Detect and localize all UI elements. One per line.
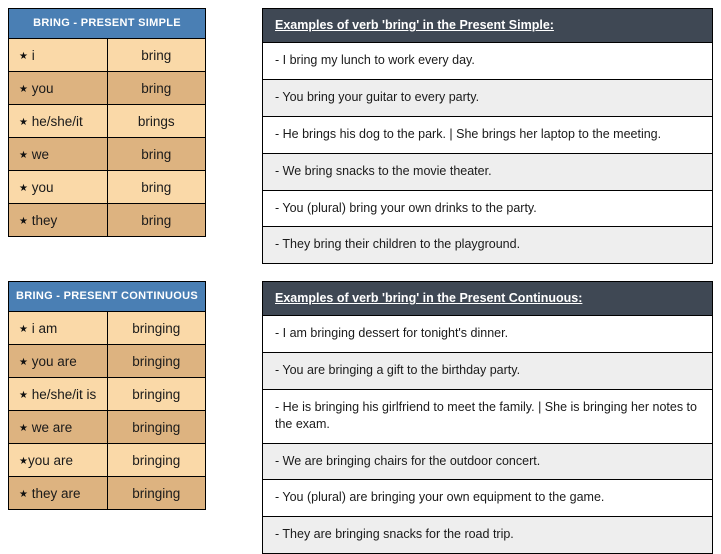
verb-form-cell: brings: [106, 104, 206, 138]
example-row: - You bring your guitar to every party.: [262, 78, 713, 117]
examples-title-present-simple: Examples of verb 'bring' in the Present …: [262, 8, 713, 43]
star-icon: ★: [19, 323, 28, 335]
example-row: - You are bringing a gift to the birthda…: [262, 351, 713, 390]
subject-cell: ★ they are: [8, 476, 108, 510]
subject-cell: ★ you: [8, 71, 108, 105]
example-sentence: - I bring my lunch to work every day.: [262, 42, 713, 80]
example-sentence: - I am bringing dessert for tonight's di…: [262, 315, 713, 353]
examples-panel-present-continuous: Examples of verb 'bring' in the Present …: [262, 281, 713, 554]
subject-label: i am: [31, 320, 58, 336]
table-row: ★ we are bringing: [8, 410, 206, 444]
example-row: - They are bringing snacks for the road …: [262, 516, 713, 554]
verb-form-cell: bring: [106, 137, 206, 171]
star-icon: ★: [19, 215, 28, 227]
examples-title-present-continuous: Examples of verb 'bring' in the Present …: [262, 281, 713, 316]
example-sentence: - He brings his dog to the park. | She b…: [262, 115, 713, 154]
example-row: - I am bringing dessert for tonight's di…: [262, 315, 713, 353]
example-sentence: - He is bringing his girlfriend to meet …: [262, 388, 713, 444]
subject-label: you are: [27, 452, 73, 468]
example-sentence: - We are bringing chairs for the outdoor…: [262, 442, 713, 481]
conjugation-table-present-continuous: BRING - PRESENT CONTINUOUS ★ i am bringi…: [8, 281, 206, 510]
verb-form-cell: bringing: [106, 344, 206, 378]
star-icon: ★: [19, 455, 28, 467]
verb-form-cell: bringing: [106, 311, 206, 345]
example-sentence: - You bring your guitar to every party.: [262, 78, 713, 117]
star-icon: ★: [19, 422, 28, 434]
verb-form-cell: bringing: [106, 476, 206, 510]
example-row: - I bring my lunch to work every day.: [262, 42, 713, 80]
star-icon: ★: [19, 182, 28, 194]
table-row: ★you are bringing: [8, 443, 206, 477]
table-row: ★ they bring: [8, 203, 206, 237]
example-row: - He brings his dog to the park. | She b…: [262, 115, 713, 154]
table-row: ★ he/she/it brings: [8, 104, 206, 138]
star-icon: ★: [19, 488, 28, 500]
example-row: - You (plural) are bringing your own equ…: [262, 479, 713, 518]
table-row: ★ you bring: [8, 170, 206, 204]
table-row: ★ i bring: [8, 38, 206, 72]
example-sentence: - They are bringing snacks for the road …: [262, 516, 713, 554]
table-header-row: BRING - PRESENT CONTINUOUS: [8, 281, 206, 312]
subject-cell: ★ he/she/it is: [8, 377, 108, 411]
table-row: ★ i am bringing: [8, 311, 206, 345]
subject-label: we: [31, 146, 49, 162]
subject-cell: ★ he/she/it: [8, 104, 108, 138]
table-row: ★ he/she/it is bringing: [8, 377, 206, 411]
table-row: ★ they are bringing: [8, 476, 206, 510]
examples-panel-present-simple: Examples of verb 'bring' in the Present …: [262, 8, 713, 265]
subject-label: i: [31, 47, 35, 63]
star-icon: ★: [19, 389, 28, 401]
table-row: ★ we bring: [8, 137, 206, 171]
verb-form-cell: bring: [106, 203, 206, 237]
example-sentence: - You are bringing a gift to the birthda…: [262, 351, 713, 390]
table-title-present-simple: BRING - PRESENT SIMPLE: [8, 8, 206, 39]
example-sentence: - They bring their children to the playg…: [262, 226, 713, 265]
verb-form-cell: bring: [106, 38, 206, 72]
subject-cell: ★ we are: [8, 410, 108, 444]
example-sentence: - We bring snacks to the movie theater.: [262, 152, 713, 191]
example-row: - We bring snacks to the movie theater.: [262, 152, 713, 191]
subject-label: they: [31, 212, 58, 228]
star-icon: ★: [19, 149, 28, 161]
subject-label: you are: [31, 353, 77, 369]
examples-header-row: Examples of verb 'bring' in the Present …: [262, 8, 713, 43]
star-icon: ★: [19, 116, 28, 128]
subject-cell: ★ we: [8, 137, 108, 171]
conjugation-table-present-simple: BRING - PRESENT SIMPLE ★ i bring ★ you b…: [8, 8, 206, 237]
examples-header-row: Examples of verb 'bring' in the Present …: [262, 281, 713, 316]
table-header-row: BRING - PRESENT SIMPLE: [8, 8, 206, 39]
subject-cell: ★ you: [8, 170, 108, 204]
subject-cell: ★you are: [8, 443, 108, 477]
subject-label: you: [31, 80, 54, 96]
table-row: ★ you are bringing: [8, 344, 206, 378]
verb-form-cell: bring: [106, 170, 206, 204]
subject-label: they are: [31, 485, 81, 501]
verb-form-cell: bringing: [106, 377, 206, 411]
example-row: - They bring their children to the playg…: [262, 226, 713, 265]
subject-label: he/she/it is: [31, 386, 97, 402]
example-sentence: - You (plural) are bringing your own equ…: [262, 479, 713, 518]
table-row: ★ you bring: [8, 71, 206, 105]
star-icon: ★: [19, 50, 28, 62]
verb-form-cell: bringing: [106, 443, 206, 477]
example-row: - You (plural) bring your own drinks to …: [262, 189, 713, 228]
subject-cell: ★ i am: [8, 311, 108, 345]
example-sentence: - You (plural) bring your own drinks to …: [262, 189, 713, 228]
verb-form-cell: bringing: [106, 410, 206, 444]
subject-label: he/she/it: [31, 113, 83, 129]
subject-label: we are: [31, 419, 73, 435]
subject-label: you: [31, 179, 54, 195]
verb-form-cell: bring: [106, 71, 206, 105]
star-icon: ★: [19, 83, 28, 95]
star-icon: ★: [19, 356, 28, 368]
example-row: - We are bringing chairs for the outdoor…: [262, 442, 713, 481]
subject-cell: ★ i: [8, 38, 108, 72]
example-row: - He is bringing his girlfriend to meet …: [262, 388, 713, 444]
table-title-present-continuous: BRING - PRESENT CONTINUOUS: [8, 281, 206, 312]
subject-cell: ★ they: [8, 203, 108, 237]
subject-cell: ★ you are: [8, 344, 108, 378]
